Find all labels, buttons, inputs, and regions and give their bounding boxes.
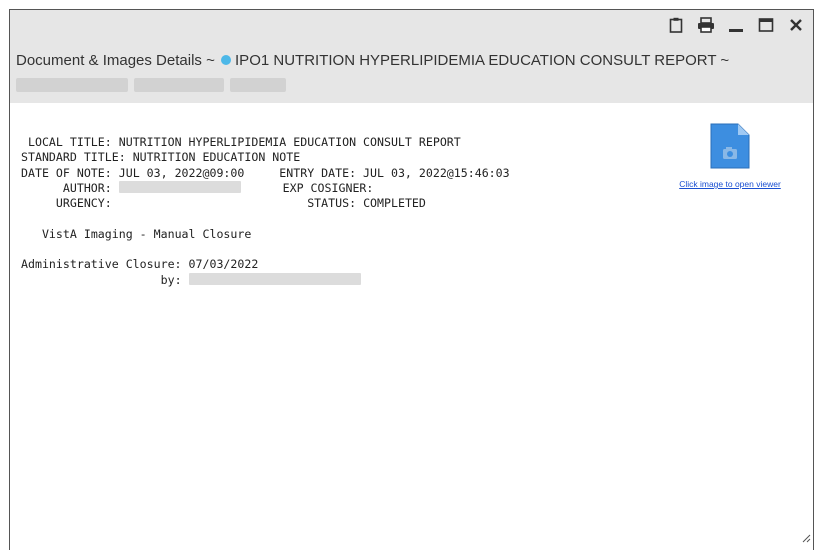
redacted-closed-by [188,273,361,286]
title-prefix: Document & Images Details ~ [16,52,215,69]
standard-title-value: NUTRITION EDUCATION NOTE [132,150,301,165]
note-text: LOCAL TITLE: NUTRITION HYPERLIPIDEMIA ED… [21,135,510,288]
maximize-icon[interactable] [757,16,775,34]
author-line: AUTHOR: EXP COSIGNER: [21,181,510,196]
document-image-icon[interactable] [708,121,752,176]
redacted-block [230,78,286,92]
window-title: Document & Images Details ~ IPO1 NUTRITI… [16,52,729,69]
status-dot-icon [221,55,232,66]
local-title-line: LOCAL TITLE: NUTRITION HYPERLIPIDEMIA ED… [21,135,510,150]
redacted-patient-info [16,78,286,92]
title-main: IPO1 NUTRITION HYPERLIPIDEMIA EDUCATION … [235,52,730,69]
minimize-icon[interactable] [727,16,745,34]
local-title-label: LOCAL TITLE: [21,135,112,149]
print-icon[interactable] [697,16,715,34]
image-viewer-launcher: Click image to open viewer [660,121,800,189]
by-label: by: [160,272,182,287]
local-title-value: NUTRITION HYPERLIPIDEMIA EDUCATION CONSU… [118,135,461,149]
standard-title-line: STANDARD TITLE: NUTRITION EDUCATION NOTE [21,150,510,165]
document-details-window: Document & Images Details ~ IPO1 NUTRITI… [9,9,814,550]
standard-title-label: STANDARD TITLE: [21,150,126,165]
author-label: AUTHOR: [62,180,112,195]
exp-cosigner-label: EXP COSIGNER: [282,180,374,195]
redacted-block [134,78,224,92]
entry-date-value: JUL 03, 2022@15:46:03 [363,165,510,180]
urgency-line: URGENCY: STATUS: COMPLETED [21,196,510,211]
entry-date-label: ENTRY DATE: [279,165,357,180]
redacted-author [118,181,241,194]
close-icon[interactable] [787,16,805,34]
imaging-text: VistA Imaging - Manual Closure [41,226,252,241]
date-line: DATE OF NOTE: JUL 03, 2022@09:00 ENTRY D… [21,166,510,181]
status-label: STATUS: [307,196,357,211]
window-toolbar [667,16,805,34]
closed-by-line: by: [21,273,510,288]
clipboard-icon[interactable] [667,16,685,34]
admin-closure-date: 07/03/2022 [188,257,259,272]
date-of-note-value: JUL 03, 2022@09:00 [118,165,245,180]
window-header: Document & Images Details ~ IPO1 NUTRITI… [10,10,813,103]
urgency-label: URGENCY: [55,196,112,211]
open-viewer-link[interactable]: Click image to open viewer [660,179,800,189]
admin-closure-label: Administrative Closure: [21,257,182,272]
document-content: LOCAL TITLE: NUTRITION HYPERLIPIDEMIA ED… [10,103,813,550]
redacted-block [16,78,128,92]
imaging-line: VistA Imaging - Manual Closure [21,227,510,242]
admin-closure-line: Administrative Closure: 07/03/2022 [21,257,510,272]
resize-handle-icon[interactable] [801,530,811,548]
date-of-note-label: DATE OF NOTE: [21,165,112,180]
status-value: COMPLETED [363,196,426,211]
